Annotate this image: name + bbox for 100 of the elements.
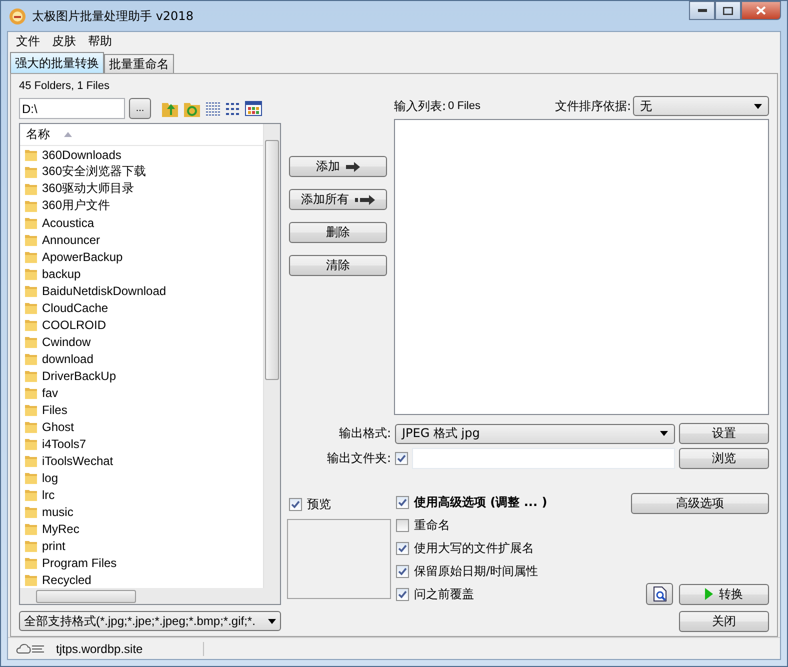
checkbox[interactable] — [396, 565, 409, 578]
folder-row[interactable]: Ghost — [20, 418, 263, 435]
vertical-scrollbar[interactable] — [263, 124, 280, 588]
folder-name: print — [42, 538, 66, 552]
close-button[interactable] — [741, 1, 781, 20]
folder-name: Ghost — [42, 420, 74, 434]
close-icon — [756, 6, 766, 15]
format-dropdown[interactable]: JPEG 格式 jpg — [395, 424, 675, 444]
checkbox[interactable] — [289, 498, 302, 511]
folder-name: Announcer — [42, 232, 100, 246]
folder-icon — [24, 488, 38, 502]
folder-name: CloudCache — [42, 300, 108, 314]
folder-row[interactable]: ApowerBackup — [20, 248, 263, 265]
folder-row[interactable]: Announcer — [20, 231, 263, 248]
folder-row[interactable]: COOLROID — [20, 316, 263, 333]
input-list-label: 输入列表: — [394, 98, 446, 114]
browse-folder-button[interactable]: 浏览 — [679, 448, 769, 469]
action-button[interactable]: 添加 — [289, 156, 387, 177]
folder-icon — [24, 198, 38, 212]
folder-row[interactable]: Program Files — [20, 554, 263, 571]
tab[interactable]: 批量重命名 — [104, 54, 174, 73]
list-view-icon[interactable] — [205, 102, 221, 116]
column-title: 名称 — [26, 126, 50, 143]
folder-row[interactable]: lrc — [20, 486, 263, 503]
folder-row[interactable]: MyRec — [20, 520, 263, 537]
path-field[interactable]: D:\ — [19, 98, 125, 119]
folder-row[interactable]: download — [20, 350, 263, 367]
maximize-button[interactable] — [715, 1, 741, 20]
folder-row[interactable]: BaiduNetdiskDownload — [20, 282, 263, 299]
action-button[interactable]: 添加所有 — [289, 189, 387, 210]
folder-row[interactable]: i4Tools7 — [20, 435, 263, 452]
folder-row[interactable]: log — [20, 469, 263, 486]
checkbox[interactable] — [396, 519, 409, 532]
folder-icon — [24, 402, 38, 416]
thumbnail-view-icon[interactable] — [245, 101, 262, 116]
folder-row[interactable]: iToolsWechat — [20, 452, 263, 469]
checkbox[interactable] — [395, 452, 408, 465]
checkbox[interactable] — [396, 542, 409, 555]
folder-row[interactable]: 360用户文件 — [20, 197, 263, 214]
advanced-options-button[interactable]: 高级选项 — [631, 493, 769, 514]
sort-dropdown[interactable]: 无 — [633, 96, 769, 116]
folder-icon — [24, 266, 38, 280]
folder-row[interactable]: 360安全浏览器下载 — [20, 163, 263, 180]
settings-button[interactable]: 设置 — [679, 423, 769, 444]
folder-row[interactable]: 360Downloads — [20, 146, 263, 163]
maximize-icon — [723, 6, 733, 14]
action-button[interactable]: 删除 — [289, 222, 387, 243]
folder-row[interactable]: Cwindow — [20, 333, 263, 350]
folder-icon — [24, 352, 38, 366]
output-folder-field[interactable] — [412, 448, 675, 469]
minimize-button[interactable] — [689, 1, 715, 20]
folder-row[interactable]: fav — [20, 384, 263, 401]
scrollbar-thumb[interactable] — [265, 140, 279, 380]
sort-label: 文件排序依据: — [554, 98, 631, 114]
tab[interactable]: 强大的批量转换 — [10, 52, 104, 73]
close-dialog-button[interactable]: 关闭 — [679, 611, 769, 632]
folder-name: backup — [42, 266, 81, 280]
status-text: tjtps.wordbp.site — [56, 642, 204, 656]
folder-name: Program Files — [42, 556, 117, 570]
file-count: 0 Files — [448, 100, 482, 112]
folder-label: 输出文件夹: — [326, 450, 391, 467]
double-arrow-right-icon — [355, 194, 375, 204]
scrollbar-thumb[interactable] — [36, 590, 136, 602]
option-label: 问之前覆盖 — [414, 586, 474, 603]
folder-summary: 45 Folders, 1 Files — [19, 80, 110, 92]
folder-row[interactable]: music — [20, 503, 263, 520]
folder-name: music — [42, 504, 74, 518]
menu-item[interactable]: 帮助 — [84, 33, 116, 50]
folder-icon — [24, 300, 38, 314]
horizontal-scrollbar[interactable] — [20, 588, 263, 604]
folder-row[interactable]: CloudCache — [20, 299, 263, 316]
folder-row[interactable]: print — [20, 537, 263, 554]
folder-row[interactable]: Recycled — [20, 571, 263, 588]
document-magnifier-icon — [652, 586, 666, 602]
folder-name: 360Downloads — [42, 148, 122, 162]
folder-icon — [24, 148, 38, 162]
option-label: 使用大写的文件扩展名 — [414, 540, 534, 557]
preview-button[interactable] — [646, 583, 673, 605]
format-value: JPEG 格式 jpg — [402, 425, 480, 442]
action-button[interactable]: 清除 — [289, 255, 387, 276]
folder-icon — [24, 538, 38, 552]
folder-row[interactable]: Files — [20, 401, 263, 418]
checkbox[interactable] — [396, 496, 409, 509]
folder-icon — [24, 182, 38, 196]
folder-row[interactable]: Acoustica — [20, 214, 263, 231]
convert-button[interactable]: 转换 — [679, 584, 769, 604]
folder-row[interactable]: 360驱动大师目录 — [20, 180, 263, 197]
folder-icon — [24, 454, 38, 468]
folder-row[interactable]: backup — [20, 265, 263, 282]
folder-row[interactable]: DriverBackUp — [20, 367, 263, 384]
details-view-icon[interactable] — [225, 102, 241, 116]
checkbox[interactable] — [396, 588, 409, 601]
dropdown-caret-icon — [754, 104, 762, 108]
browse-button[interactable]: ... — [129, 98, 151, 119]
sort-value: 无 — [640, 98, 652, 114]
filter-dropdown[interactable]: 全部支持格式(*.jpg;*.jpe;*.jpeg;*.bmp;*.gif;*. — [19, 611, 281, 631]
menu-item[interactable]: 文件 — [12, 33, 44, 50]
menu-item[interactable]: 皮肤 — [48, 33, 80, 50]
folder-name: 360安全浏览器下载 — [42, 163, 146, 180]
folder-name: 360用户文件 — [42, 197, 110, 214]
